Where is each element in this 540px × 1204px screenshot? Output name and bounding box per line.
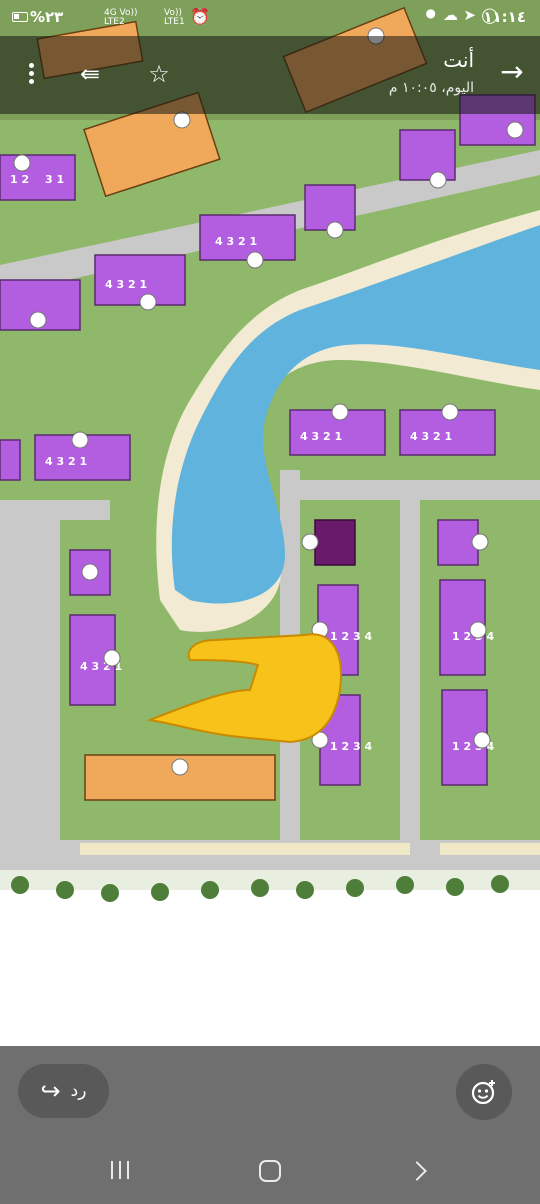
reply-icon: ↪ [40, 1077, 61, 1105]
svg-text:4 3 2 1: 4 3 2 1 [105, 278, 147, 291]
message-timestamp: اليوم، ١٠:٠٥ م [388, 80, 474, 96]
viewer-header: → أنت اليوم، ١٠:٠٥ م ⇚ ☆ [0, 36, 540, 114]
more-vert-icon[interactable] [18, 60, 44, 90]
reply-button[interactable]: ↪ رد [18, 1064, 109, 1118]
svg-text:4 3 2 1: 4 3 2 1 [410, 430, 452, 443]
svg-text:1 2: 1 2 [10, 173, 29, 186]
site-plan-drawing: 1 2 3 1 4 3 2 1 4 3 2 1 4 3 2 1 4 3 2 1 … [0, 0, 540, 960]
image-viewer-screen: 1 2 3 1 4 3 2 1 4 3 2 1 4 3 2 1 4 3 2 1 … [0, 0, 540, 1204]
back-arrow-icon[interactable]: → [496, 56, 528, 88]
battery-icon [12, 12, 28, 22]
star-icon[interactable]: ☆ [143, 58, 175, 90]
home-icon[interactable] [250, 1151, 290, 1191]
clock: ١١:١٤ [483, 8, 526, 26]
network-2: Vo)) LTE1 [164, 9, 185, 27]
sender-name: أنت [443, 48, 474, 72]
site-plan-image[interactable]: 1 2 3 1 4 3 2 1 4 3 2 1 4 3 2 1 4 3 2 1 … [0, 0, 540, 960]
dot-icon: ● [425, 6, 436, 20]
battery-percent: %٢٣ [30, 8, 64, 26]
status-bar: %٢٣ 4G Vo)) LTE2 Vo)) LTE1 ⏰ ● ☁ ➤ ◯ ١١:… [0, 0, 540, 36]
network-2-bottom: LTE1 [164, 17, 185, 27]
svg-text:4 3 2 1: 4 3 2 1 [215, 235, 257, 248]
emoji-add-button[interactable] [456, 1064, 512, 1120]
telegram-icon: ➤ [463, 6, 476, 24]
bottom-panel: ↪ رد [0, 1046, 540, 1204]
reply-label: رد [70, 1081, 87, 1101]
back-chevron-icon[interactable] [402, 1151, 442, 1191]
network-1: 4G Vo)) LTE2 [104, 9, 138, 27]
svg-text:4 3 2 1: 4 3 2 1 [300, 430, 342, 443]
recent-apps-icon[interactable] [100, 1151, 140, 1191]
svg-text:4 3 2 1: 4 3 2 1 [45, 455, 87, 468]
svg-text:1 2 3 4: 1 2 3 4 [330, 740, 372, 753]
emoji-add-icon [471, 1080, 495, 1105]
forward-icon[interactable]: ⇚ [72, 58, 108, 90]
svg-text:3 1: 3 1 [45, 173, 64, 186]
network-1-bottom: LTE2 [104, 17, 125, 27]
svg-text:1 2 3 4: 1 2 3 4 [330, 630, 372, 643]
alarm-icon: ⏰ [190, 7, 210, 26]
cloud-icon: ☁ [443, 6, 458, 24]
